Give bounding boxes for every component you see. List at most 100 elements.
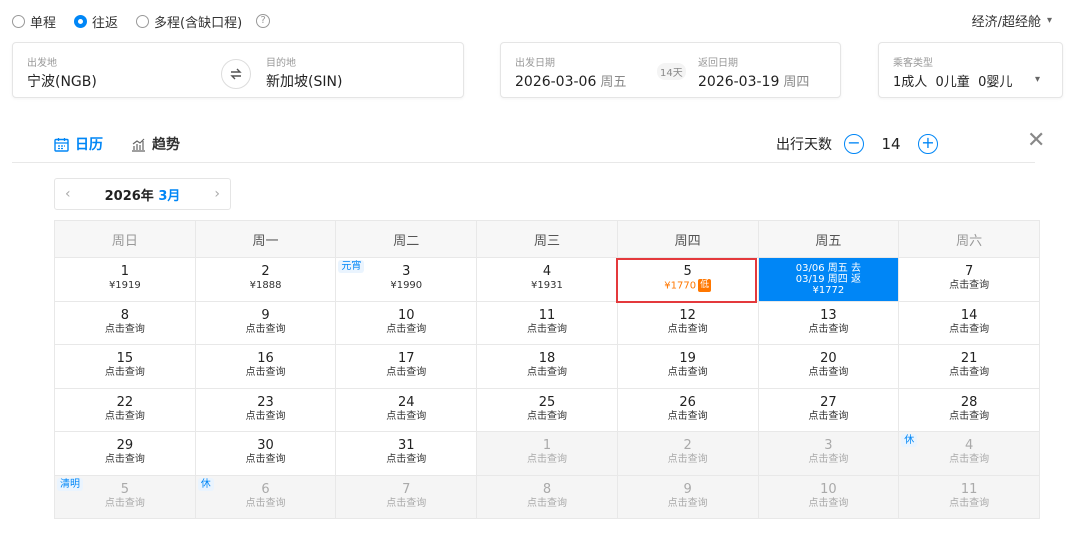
depart-date: 2026-03-06: [515, 74, 597, 90]
month-navigator: ‹ 2026年 3月 ›: [54, 178, 231, 210]
calendar-day-cell[interactable]: 元宵 3 ¥1990: [335, 257, 478, 302]
calendar-day-cell[interactable]: 25 点击查询: [476, 387, 618, 432]
close-icon[interactable]: ✕: [1027, 130, 1045, 152]
calendar-day-cell[interactable]: 19 点击查询: [616, 344, 759, 389]
calendar-day-cell[interactable]: 29 点击查询: [54, 431, 196, 476]
help-icon[interactable]: ?: [256, 14, 271, 28]
calendar-day-cell[interactable]: 3 点击查询: [757, 431, 900, 476]
calendar-day-cell[interactable]: 1 点击查询: [476, 431, 618, 476]
return-date-field[interactable]: 2026-03-19 周四: [698, 71, 809, 90]
weekday-tue: 周二: [335, 220, 478, 258]
day-price: 点击查询: [477, 366, 617, 380]
trip-days-label: 出行天数: [776, 137, 832, 153]
calendar-day-cell[interactable]: 30 点击查询: [194, 431, 337, 476]
calendar-day-cell[interactable]: 7 点击查询: [898, 257, 1040, 302]
calendar-day-cell[interactable]: 11 点击查询: [898, 474, 1040, 519]
calendar-day-cell[interactable]: 清明 5 点击查询: [54, 474, 196, 519]
calendar-day-cell[interactable]: 17 点击查询: [335, 344, 478, 389]
day-price-value: 点击查询: [386, 410, 427, 422]
day-number: 11: [538, 307, 556, 323]
destination-field[interactable]: 新加坡(SIN): [266, 71, 342, 91]
day-number: 16: [257, 351, 274, 367]
calendar-day-cell[interactable]: 16 点击查询: [194, 344, 337, 389]
depart-date-field[interactable]: 2026-03-06 周五: [515, 71, 626, 90]
day-price: 点击查询: [477, 497, 617, 511]
day-price-value: 点击查询: [667, 367, 708, 379]
calendar-day-cell[interactable]: 15 点击查询: [54, 344, 196, 389]
calendar-day-cell[interactable]: 9 点击查询: [194, 300, 337, 345]
swap-icon: [230, 68, 242, 80]
calendar-day-cell[interactable]: 24 点击查询: [335, 387, 478, 432]
calendar-day-cell[interactable]: 13 点击查询: [757, 300, 900, 345]
next-month-button[interactable]: ›: [214, 186, 220, 202]
tab-calendar[interactable]: 日历: [54, 134, 103, 154]
decrease-days-button[interactable]: −: [844, 134, 864, 154]
selected-date-line: ¥1772: [812, 284, 845, 296]
day-number: 10: [397, 307, 415, 323]
calendar-day-cell[interactable]: 休 4 点击查询: [898, 431, 1040, 476]
day-number: 3: [824, 438, 833, 454]
tab-trend[interactable]: 趋势: [131, 134, 180, 154]
day-price: 点击查询: [759, 410, 899, 424]
day-price: ¥1990: [336, 279, 476, 293]
calendar-day-cell[interactable]: 5 ¥1770 低: [615, 257, 759, 303]
calendar-day-cell[interactable]: 2 点击查询: [616, 431, 759, 476]
day-price: ¥1888: [196, 279, 336, 293]
calendar-day-cell[interactable]: 9 点击查询: [616, 474, 759, 519]
calendar-day-cell[interactable]: 26 点击查询: [616, 387, 759, 432]
selected-date-cell[interactable]: 03/06 周五 去 03/19 周四 返 ¥1772: [757, 257, 900, 302]
increase-days-button[interactable]: +: [918, 134, 938, 154]
calendar-day-cell[interactable]: 7 点击查询: [335, 474, 478, 519]
calendar-day-cell[interactable]: 2 ¥1888: [194, 257, 337, 302]
day-price: ¥1919: [55, 279, 195, 293]
day-price-value: 点击查询: [949, 280, 990, 292]
swap-cities-button[interactable]: [221, 59, 251, 89]
day-price: 点击查询: [336, 366, 476, 380]
calendar-day-cell[interactable]: 8 点击查询: [54, 300, 196, 345]
origin-field[interactable]: 宁波(NGB): [27, 71, 97, 91]
cabin-select[interactable]: 经济/超经舱 ▾: [972, 11, 1052, 30]
radio-dot-icon: [12, 14, 25, 28]
holiday-badge: 休: [901, 434, 918, 447]
calendar-day-cell[interactable]: 31 点击查询: [335, 431, 478, 476]
calendar-day-cell[interactable]: 8 点击查询: [476, 474, 618, 519]
trip-type-roundtrip-radio[interactable]: 往返: [74, 12, 118, 31]
day-price: 点击查询: [759, 366, 899, 380]
calendar-day-cell[interactable]: 21 点击查询: [898, 344, 1040, 389]
day-price-value: 点击查询: [104, 454, 145, 466]
chevron-down-icon: ▾: [1034, 74, 1040, 85]
day-price-value: 点击查询: [808, 323, 849, 335]
calendar-day-cell[interactable]: 20 点击查询: [757, 344, 900, 389]
day-number: 9: [261, 307, 270, 323]
day-price-value: 点击查询: [245, 410, 286, 422]
day-price-value: ¥1990: [390, 280, 423, 292]
calendar-day-cell[interactable]: 10 点击查询: [335, 300, 478, 345]
trip-type-group: 单程 往返 多程(含缺口程) ?: [12, 11, 271, 31]
weekday-header: 周日 周一 周二 周三 周四 周五 周六: [54, 220, 1040, 258]
day-price: 点击查询: [477, 453, 617, 467]
calendar-day-cell[interactable]: 休 6 点击查询: [194, 474, 337, 519]
day-price: 点击查询: [899, 323, 1039, 337]
calendar-day-cell[interactable]: 11 点击查询: [476, 300, 618, 345]
calendar-day-cell[interactable]: 22 点击查询: [54, 387, 196, 432]
passenger-select[interactable]: 乘客类型 1成人 0儿童 0婴儿 ▾: [878, 42, 1063, 98]
prev-month-button[interactable]: ‹: [65, 186, 71, 202]
day-price: 点击查询: [336, 410, 476, 424]
calendar-day-cell[interactable]: 14 点击查询: [898, 300, 1040, 345]
calendar-day-cell[interactable]: 27 点击查询: [757, 387, 900, 432]
calendar-day-cell[interactable]: 10 点击查询: [757, 474, 900, 519]
calendar-day-cell[interactable]: 28 点击查询: [898, 387, 1040, 432]
day-number: 11: [960, 481, 978, 497]
weekday-fri: 周五: [757, 220, 900, 258]
day-price: 点击查询: [477, 410, 617, 424]
calendar-day-cell[interactable]: 12 点击查询: [616, 300, 759, 345]
day-price-value: 点击查询: [949, 454, 990, 466]
calendar-day-cell[interactable]: 1 ¥1919: [54, 257, 196, 302]
calendar-day-cell[interactable]: 23 点击查询: [194, 387, 337, 432]
trip-type-multi-radio[interactable]: 多程(含缺口程): [136, 12, 242, 31]
day-price: 点击查询: [618, 323, 758, 337]
calendar-day-cell[interactable]: 18 点击查询: [476, 344, 618, 389]
calendar-day-cell[interactable]: 4 ¥1931: [476, 257, 618, 302]
day-number: 30: [257, 438, 274, 454]
trip-type-oneway-radio[interactable]: 单程: [12, 12, 56, 31]
